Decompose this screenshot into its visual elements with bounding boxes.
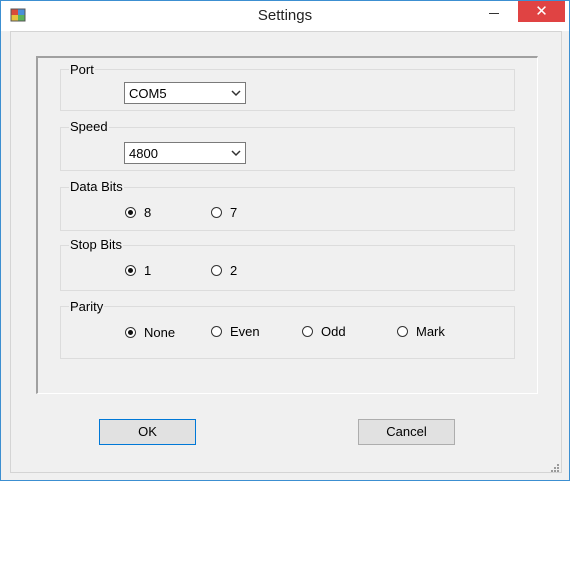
data-bits-label: Data Bits bbox=[69, 179, 124, 194]
speed-value: 4800 bbox=[129, 146, 158, 161]
cancel-button[interactable]: Cancel bbox=[358, 419, 455, 445]
port-value: COM5 bbox=[129, 86, 167, 101]
stop-bits-radio-2[interactable]: 2 bbox=[211, 263, 237, 278]
parity-radio-odd[interactable]: Odd bbox=[302, 324, 346, 339]
speed-select[interactable]: 4800 bbox=[124, 142, 246, 164]
parity-label: Parity bbox=[69, 299, 105, 314]
radio-button-icon bbox=[397, 326, 408, 337]
stop-bits-label: Stop Bits bbox=[69, 237, 124, 252]
radio-label: Odd bbox=[321, 324, 346, 339]
port-select[interactable]: COM5 bbox=[124, 82, 246, 104]
radio-label: 1 bbox=[144, 263, 152, 278]
chevron-down-icon bbox=[231, 90, 241, 97]
radio-label: Mark bbox=[416, 324, 445, 339]
title-bar[interactable]: Settings ✕ bbox=[1, 1, 569, 31]
speed-label: Speed bbox=[69, 119, 109, 134]
radio-button-icon bbox=[302, 326, 313, 337]
close-icon[interactable]: ✕ bbox=[518, 1, 565, 22]
radio-label: 2 bbox=[230, 263, 238, 278]
resize-grip-icon[interactable] bbox=[550, 463, 560, 473]
chevron-down-icon bbox=[231, 150, 241, 157]
settings-window: Settings ✕ Port COM5 Speed 4800 Data Bit… bbox=[0, 0, 570, 481]
minimize-icon[interactable] bbox=[471, 1, 517, 23]
parity-radio-none[interactable]: None bbox=[125, 325, 175, 340]
radio-button-icon bbox=[125, 265, 136, 276]
radio-button-icon bbox=[211, 207, 222, 218]
stop-bits-radio-1[interactable]: 1 bbox=[125, 263, 151, 278]
radio-button-icon bbox=[211, 265, 222, 276]
parity-radio-mark[interactable]: Mark bbox=[397, 324, 445, 339]
radio-label: Even bbox=[230, 324, 260, 339]
radio-button-icon bbox=[125, 327, 136, 338]
parity-radio-even[interactable]: Even bbox=[211, 324, 260, 339]
radio-label: 8 bbox=[144, 205, 152, 220]
radio-label: 7 bbox=[230, 205, 238, 220]
ok-button[interactable]: OK bbox=[99, 419, 196, 445]
radio-button-icon bbox=[125, 207, 136, 218]
radio-button-icon bbox=[211, 326, 222, 337]
data-bits-radio-8[interactable]: 8 bbox=[125, 205, 151, 220]
radio-label: None bbox=[144, 325, 176, 340]
port-label: Port bbox=[69, 62, 95, 77]
data-bits-radio-7[interactable]: 7 bbox=[211, 205, 237, 220]
